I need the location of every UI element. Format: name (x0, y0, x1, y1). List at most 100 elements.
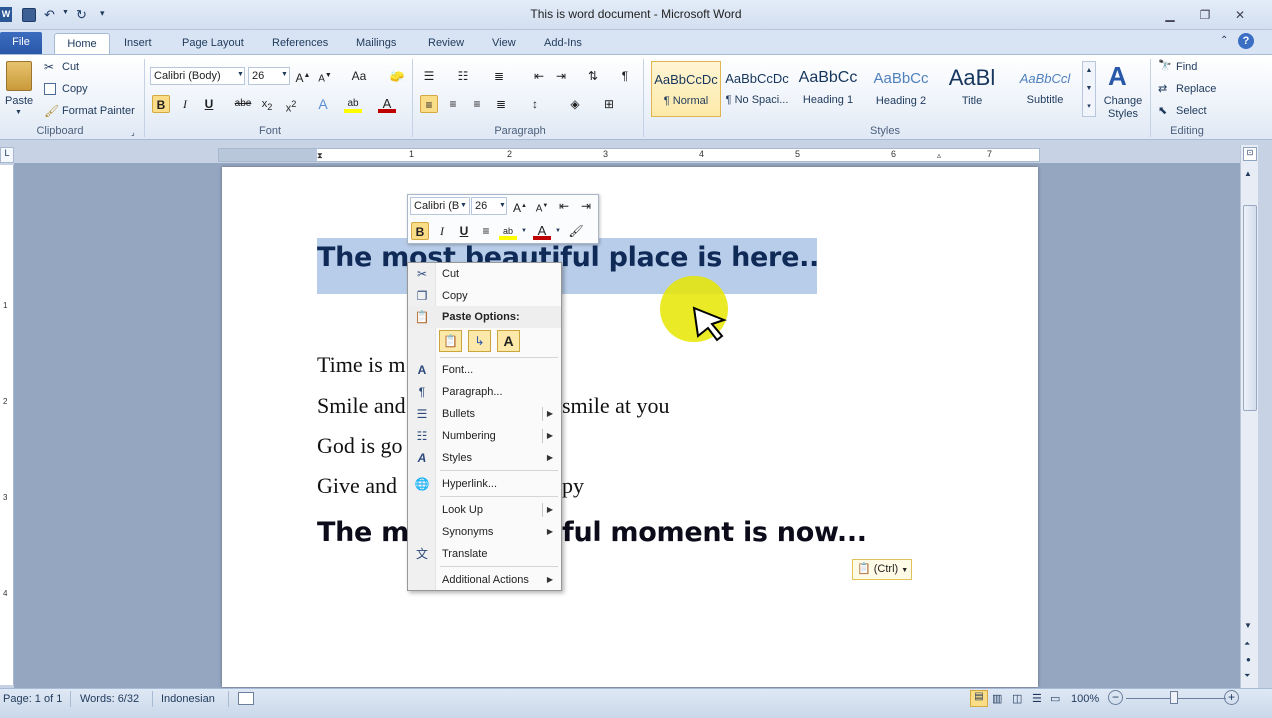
word-count[interactable]: Words: 6/32 (80, 693, 139, 705)
paste-icon[interactable] (6, 61, 32, 91)
mini-highlight-icon[interactable]: ab (499, 222, 517, 240)
font-size-dropdown-icon[interactable]: ▼ (281, 71, 288, 78)
minimize-ribbon-icon[interactable]: ⌃ (1220, 35, 1228, 46)
bold-button[interactable]: B (152, 95, 170, 113)
zoom-in-icon[interactable]: + (1224, 690, 1239, 705)
format-painter-button[interactable]: Format Painter (62, 105, 135, 117)
paste-merge-button[interactable]: ↳ (468, 330, 491, 352)
mini-underline-button[interactable]: U (455, 222, 473, 240)
style-normal[interactable]: AaBbCcDc ¶ Normal (651, 61, 721, 117)
multilevel-list-icon[interactable]: ≣ (490, 67, 508, 85)
subscript-button[interactable]: x2 (258, 95, 276, 113)
scroll-thumb[interactable] (1243, 205, 1257, 411)
change-case-icon[interactable]: Aa (348, 67, 370, 85)
sort-icon[interactable]: ⇅ (584, 67, 602, 85)
shading-icon[interactable]: ◈ (566, 95, 584, 113)
page-count[interactable]: Page: 1 of 1 (3, 693, 62, 705)
heading-line-2-start[interactable]: The m (317, 517, 409, 548)
vertical-ruler[interactable]: 1 2 3 4 (0, 165, 14, 685)
mini-grow-font-icon[interactable]: A▲ (511, 197, 529, 215)
tab-page-layout[interactable]: Page Layout (172, 33, 254, 55)
doc-line-smile-end[interactable]: smile at you (562, 393, 670, 419)
zoom-level[interactable]: 100% (1071, 693, 1099, 705)
view-ruler-icon[interactable]: ⊡ (1243, 147, 1257, 161)
outline-view-icon[interactable]: ☰ (1032, 692, 1042, 705)
maximize-button[interactable]: ❐ (1195, 8, 1215, 22)
font-name-box[interactable]: Calibri (Body) (150, 67, 245, 85)
menu-item-styles[interactable]: A Styles ▶ (408, 447, 561, 469)
tab-mailings[interactable]: Mailings (346, 33, 406, 55)
numbering-icon[interactable]: ☷ (454, 67, 472, 85)
mini-format-painter-icon[interactable]: 🖌 (567, 222, 585, 240)
menu-item-bullets[interactable]: ☰ Bullets ▶ (408, 403, 561, 425)
mini-font-color-icon[interactable]: A (533, 222, 551, 240)
draft-view-icon[interactable]: ▭ (1050, 692, 1060, 705)
shrink-font-icon[interactable]: A▼ (316, 67, 334, 85)
menu-item-numbering[interactable]: ☷ Numbering ▶ (408, 425, 561, 447)
horizontal-ruler[interactable]: ⧗ 1 2 3 4 5 6 7 ▵ (218, 148, 1040, 162)
superscript-button[interactable]: x2 (282, 95, 300, 115)
mini-bold-button[interactable]: B (411, 222, 429, 240)
minimize-button[interactable]: ▁ (1160, 8, 1180, 22)
increase-indent-icon[interactable]: ⇥ (552, 67, 570, 85)
clear-formatting-icon[interactable]: 🧽 (388, 67, 406, 85)
next-page-icon[interactable]: ⏷ (1244, 671, 1250, 681)
mini-size-dropdown-icon[interactable]: ▼ (499, 202, 506, 209)
mini-highlight-dropdown-icon[interactable]: ▼ (521, 228, 527, 234)
menu-item-paragraph[interactable]: ¶ Paragraph... (408, 381, 561, 403)
style-no-spacing[interactable]: AaBbCcDc ¶ No Spaci... (722, 61, 792, 117)
styles-scroll-icon[interactable]: ▲ ▼ ▾ (1082, 61, 1096, 117)
change-styles-button[interactable]: Change Styles (1100, 95, 1146, 121)
style-heading-1[interactable]: AaBbCc Heading 1 (793, 61, 863, 117)
doc-line-give-start[interactable]: Give and (317, 473, 397, 499)
font-name-dropdown-icon[interactable]: ▼ (237, 71, 244, 78)
paste-button[interactable]: Paste (5, 95, 33, 107)
borders-icon[interactable]: ⊞ (600, 95, 618, 113)
menu-item-copy[interactable]: ❐ Copy (408, 285, 561, 307)
ruler-indent-marker[interactable]: ⧗ (317, 151, 323, 161)
find-icon[interactable]: 🔭 (1158, 59, 1172, 72)
highlight-color-icon[interactable]: ab (344, 95, 362, 113)
zoom-slider-thumb[interactable] (1170, 691, 1178, 704)
style-title[interactable]: AaBl Title (937, 61, 1007, 117)
menu-item-font[interactable]: A Font... (408, 359, 561, 381)
tab-view[interactable]: View (482, 33, 526, 55)
tab-home[interactable]: Home (54, 33, 110, 55)
text-effects-icon[interactable]: A (314, 95, 332, 113)
menu-item-hyperlink[interactable]: 🌐 Hyperlink... (408, 473, 561, 495)
mini-italic-button[interactable]: I (433, 222, 451, 240)
print-layout-view-icon[interactable]: ▤ (970, 690, 988, 707)
show-formatting-icon[interactable]: ¶ (616, 67, 634, 85)
replace-icon[interactable]: ⇄ (1158, 82, 1167, 95)
paste-dropdown-icon[interactable]: ▼ (15, 109, 22, 116)
ruler-right-indent-marker[interactable]: ▵ (937, 151, 941, 160)
style-heading-2[interactable]: AaBbCc Heading 2 (866, 61, 936, 117)
tab-add-ins[interactable]: Add-Ins (534, 33, 592, 55)
format-painter-icon[interactable]: 🖌 (44, 104, 59, 118)
mini-shrink-font-icon[interactable]: A▼ (533, 197, 551, 215)
select-icon[interactable]: ⬉ (1158, 104, 1167, 117)
help-icon[interactable]: ? (1238, 33, 1254, 49)
mini-font-color-dropdown-icon[interactable]: ▼ (555, 228, 561, 234)
tab-insert[interactable]: Insert (114, 33, 162, 55)
menu-item-translate[interactable]: 文 Translate (408, 543, 561, 565)
paste-options-ctrl-button[interactable]: 📋 (Ctrl) ▼ (852, 559, 912, 580)
justify-button[interactable]: ≣ (492, 95, 510, 113)
web-layout-icon[interactable]: ◫ (1012, 692, 1022, 705)
font-color-icon[interactable]: A (378, 95, 396, 113)
line-spacing-icon[interactable]: ↕ (526, 95, 544, 113)
paste-text-only-button[interactable]: A (497, 330, 520, 352)
cut-icon[interactable]: ✂ (44, 60, 54, 74)
grow-font-icon[interactable]: A▲ (294, 67, 312, 85)
tab-review[interactable]: Review (418, 33, 474, 55)
full-screen-reading-icon[interactable]: ▥ (992, 692, 1002, 705)
italic-button[interactable]: I (176, 95, 194, 113)
bullets-icon[interactable]: ☰ (420, 67, 438, 85)
scroll-up-icon[interactable]: ▲ (1244, 169, 1252, 178)
tab-references[interactable]: References (262, 33, 338, 55)
select-button[interactable]: Select (1176, 105, 1207, 117)
decrease-indent-icon[interactable]: ⇤ (530, 67, 548, 85)
mini-decrease-indent-icon[interactable]: ⇤ (555, 197, 573, 215)
mini-increase-indent-icon[interactable]: ⇥ (577, 197, 595, 215)
scroll-down-icon[interactable]: ▼ (1244, 621, 1252, 630)
